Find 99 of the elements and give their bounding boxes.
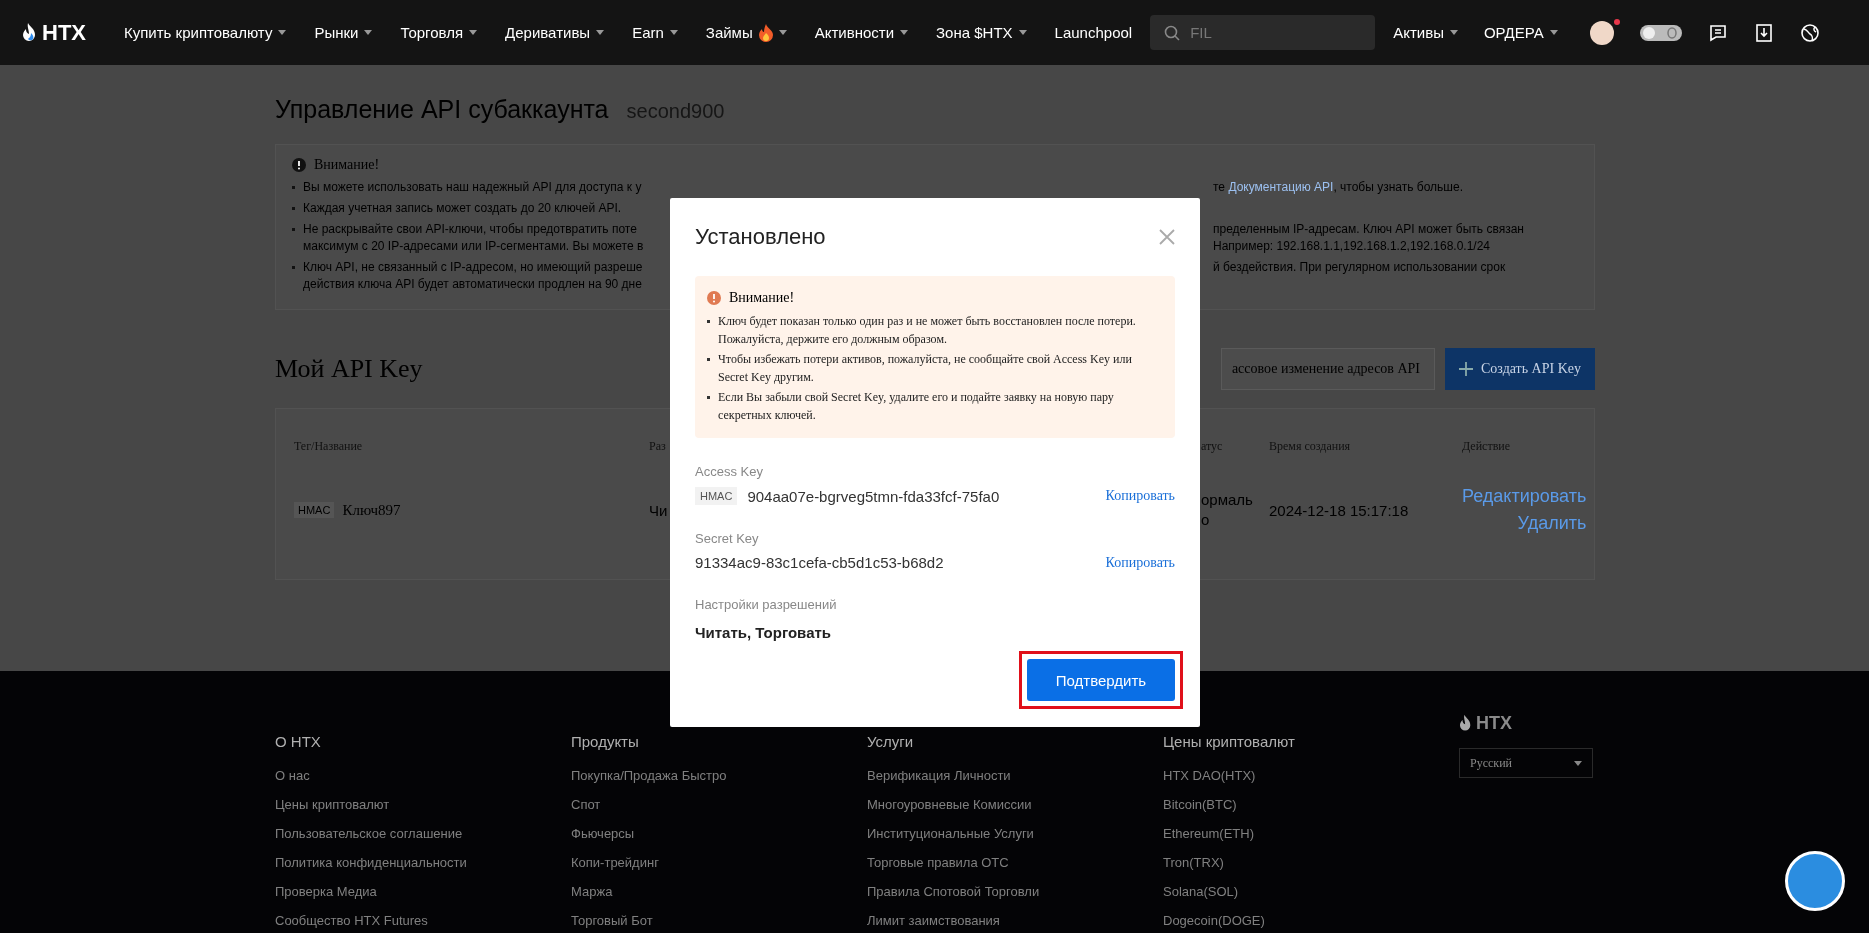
footer-link[interactable]: Торговые правила OTC [867, 855, 1009, 870]
nav-menu-item[interactable]: ОРДЕРА [1483, 24, 1558, 41]
warning-text: Чтобы избежать потери активов, пожалуйста, не сообщайте свой Access Key или Secret Key другим. [718, 351, 1133, 386]
tag-label: HMAC [695, 487, 738, 505]
footer-link[interactable]: Политика конфиденциальности [275, 855, 467, 870]
logo[interactable]: HTX [22, 19, 86, 46]
copy-link[interactable]: Копировать [1105, 488, 1175, 504]
download-icon[interactable] [1753, 22, 1774, 43]
bullet-icon [292, 228, 295, 231]
footer-link[interactable]: Цены криптовалют [275, 797, 390, 812]
confirm-button[interactable]: Подтвердить [1027, 659, 1175, 701]
notice-text: Каждая учетная запись может создать до 20 ключей API. [303, 200, 623, 217]
notice-text: те Документацию API, чтобы узнать больше. [1213, 179, 1463, 196]
notice-text: Например: 192.168.1.1,192.168.1.2,192.168.0.1/24 [1213, 238, 1491, 255]
action-link[interactable]: Удалить [1517, 513, 1587, 534]
footer-link[interactable]: Спот [571, 797, 601, 812]
globe-icon[interactable] [1799, 22, 1820, 43]
bullet-icon [292, 186, 295, 189]
key-value: 91334ac9-83c1cefa-cb5d1c53-b68d2 [695, 554, 944, 571]
page-title: Управление API субаккаунта [275, 95, 609, 124]
notice-text: максимум с 20 IP-адресами или IP-сегментами. Вы можете в [303, 238, 645, 255]
footer-link[interactable]: Tron(TRX) [1163, 855, 1224, 870]
bullet-icon [707, 396, 710, 399]
footer-link[interactable]: Сообщество HTX Futures [275, 913, 428, 928]
plus-icon [1459, 362, 1473, 376]
nav-menu-item[interactable]: Деривативы [505, 23, 605, 42]
nav-menu-item[interactable]: Торговля [400, 23, 478, 42]
footer-link[interactable]: HTX DAO(HTX) [1163, 768, 1256, 783]
exclamation-icon [707, 291, 721, 305]
footer-link[interactable]: Bitcoin(BTC) [1163, 797, 1237, 812]
column-header: Раз [649, 439, 667, 454]
search-field[interactable]: FIL [1150, 15, 1376, 50]
exclamation-icon [292, 158, 306, 172]
copy-link[interactable]: Копировать [1105, 554, 1175, 571]
warning-text: Если Вы забыли свой Secret Key, удалите его и подайте заявку на новую пару секретных ключей. [718, 389, 1115, 424]
footer-heading: Цены криптовалют [1163, 733, 1295, 750]
footer-link[interactable]: Многоуровневые Комиссии [867, 797, 1032, 812]
footer-link[interactable]: Solana(SOL) [1163, 884, 1239, 899]
bullet-icon [292, 207, 295, 210]
footer-logo: HTX [1459, 713, 1512, 734]
nav-menu-item[interactable]: Launchpool [1054, 23, 1133, 42]
tag-label: HMAC [294, 502, 335, 518]
footer-link[interactable]: Dogecoin(DOGE) [1163, 913, 1265, 928]
notice-text: Ключ API, не связанный с IP-адресом, но имеющий разреше [303, 259, 644, 276]
footer-link[interactable]: Правила Спотовой Торговли [867, 884, 1040, 899]
notice-text: Не раскрывайте свои API-ключи, чтобы предотвратить поте [303, 221, 638, 238]
notice-title: Внимание! [314, 157, 380, 173]
permissions-value: Читать, Торговать [695, 624, 833, 641]
footer-link[interactable]: О нас [275, 768, 310, 783]
nav-menu-item[interactable]: Купить криптовалюту [124, 23, 287, 42]
warning-title: Внимание! [729, 290, 795, 306]
avatar-icon[interactable] [1589, 20, 1614, 45]
column-header: Тег/Название [294, 439, 364, 454]
field-label: Настройки разрешений [695, 597, 838, 612]
bullet-icon [707, 358, 710, 361]
create-key-button[interactable]: Создать API Key [1445, 348, 1595, 390]
section-title: Мой API Key [275, 354, 423, 384]
footer-link[interactable]: Лимит заимствования [867, 913, 1000, 928]
search-icon [1164, 25, 1181, 41]
notice-text: пределенным IP-адресам. Ключ API может быть связан [1213, 221, 1524, 238]
footer-link[interactable]: Фьючерсы [571, 826, 635, 841]
toggle-icon[interactable] [1639, 24, 1682, 41]
nav-menu-item[interactable]: Earn [632, 23, 678, 42]
footer-link[interactable]: Покупка/Продажа Быстро [571, 768, 727, 783]
notice-text: й бездействия. При регулярном использовании срок [1213, 259, 1506, 276]
footer-link[interactable]: Ethereum(ETH) [1163, 826, 1255, 841]
action-link[interactable]: Редактировать [1462, 486, 1587, 507]
footer-link[interactable]: Маржа [571, 884, 613, 899]
warning-text: Ключ будет показан только один раз и не может быть восстановлен после потери. Пожалуйста, держите его должным образом. [718, 313, 1137, 348]
footer-link[interactable]: Проверка Медиа [275, 884, 377, 899]
status-text: ормаль о [1201, 490, 1254, 530]
footer-link[interactable]: Торговый Бот [571, 913, 653, 928]
notice-text: Вы можете использовать наш надежный API для доступа к у [303, 179, 643, 196]
nav-menu-item[interactable]: Рынки [314, 23, 373, 42]
language-select[interactable]: Русский [1459, 748, 1593, 778]
nav-menu-item[interactable]: Займы [705, 23, 787, 42]
bullet-icon [292, 266, 295, 269]
field-label: Access Key [695, 464, 764, 479]
caret-icon [1574, 760, 1582, 766]
key-value: 904aa07e-bgrveg5tmn-fda33fcf-75fa0 [747, 487, 1000, 505]
footer-link[interactable]: Пользовательское соглашение [275, 826, 463, 841]
nav-menu-item[interactable]: Зона $HTX [936, 23, 1027, 42]
flame-logo-icon [22, 21, 38, 44]
footer-heading: О HTX [275, 733, 321, 750]
nav-menu-item[interactable]: Активы [1393, 24, 1458, 41]
table-cell: Чи [649, 501, 668, 519]
nav-menu-item[interactable]: Активности [814, 23, 909, 42]
footer-heading: Услуги [867, 733, 914, 750]
dialog-title: Установлено [695, 224, 826, 250]
footer-link[interactable]: Институциональные Услуги [867, 826, 1034, 841]
flame-logo-icon [1459, 714, 1473, 733]
field-label: Secret Key [695, 531, 760, 546]
bullet-icon [707, 320, 710, 323]
notice-text: действия ключа API будет автоматически продлен на 90 дне [303, 276, 643, 293]
footer-heading: Продукты [571, 733, 639, 750]
created-time: 2024-12-18 15:17:18 [1269, 501, 1409, 519]
footer-link[interactable]: Копи-трейдинг [571, 855, 659, 870]
footer-link[interactable]: Верификация Личности [867, 768, 1011, 783]
key-name: Ключ897 [342, 501, 401, 519]
